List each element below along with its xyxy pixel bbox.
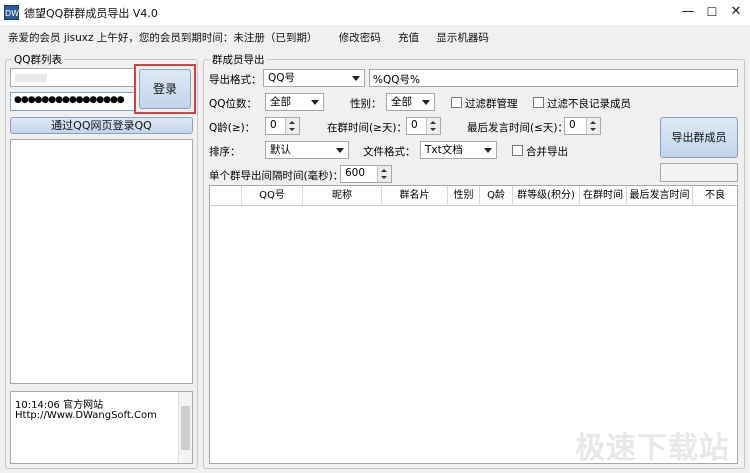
export-members-button[interactable]: 导出群成员 [660, 117, 738, 158]
qq-digits-value: 全部 [270, 96, 291, 108]
spin-up-icon[interactable] [289, 121, 295, 124]
sort-select[interactable]: 默认 [265, 141, 349, 159]
login-button[interactable]: 登录 [139, 69, 191, 109]
export-format-label: 导出格式： [209, 74, 262, 86]
member-greeting: 亲爱的会员 jisuxz 上午好，您的会员到期时间：未注册（已到期） [8, 32, 318, 44]
last-speak-days-value: 0 [569, 119, 576, 131]
column-header-qq-age[interactable]: Q龄 [480, 186, 513, 205]
in-group-days-spinner[interactable]: 0 [406, 117, 441, 135]
site-watermark: 极速下载站 [575, 431, 730, 466]
qq-age-spinner[interactable]: 0 [265, 117, 300, 135]
filter-bad-record-label: 过滤不良记录成员 [547, 98, 631, 110]
spinner-buttons[interactable] [586, 118, 600, 134]
member-export-title: 群成员导出 [210, 52, 267, 67]
qq-account-input[interactable] [10, 68, 135, 87]
column-header-nickname[interactable]: 昵称 [303, 186, 382, 205]
title-bar: DW 德望QQ群群成员导出 V4.0 — ☐ ✕ [0, 0, 750, 27]
chevron-down-icon [352, 76, 360, 81]
column-header-index[interactable] [210, 186, 242, 205]
export-interval-label: 单个群导出间隔时间(毫秒)： [209, 170, 344, 182]
export-format-value: QQ号 [268, 72, 296, 84]
sort-value: 默认 [270, 144, 291, 156]
file-format-value: Txt文档 [425, 144, 463, 156]
column-header-last-speak[interactable]: 最后发言时间 [627, 186, 693, 205]
last-speak-days-label: 最后发言时间(≤天)： [467, 122, 568, 134]
filter-bad-record-checkbox[interactable] [533, 97, 544, 108]
password-mask: ●●●●●●●●●●●●●●●● [14, 95, 125, 105]
show-machine-code-link[interactable]: 显示机器码 [436, 32, 489, 44]
spin-down-icon[interactable] [590, 128, 596, 131]
spin-up-icon[interactable] [430, 121, 436, 124]
progress-display-box [660, 163, 738, 182]
sort-label: 排序： [209, 146, 241, 158]
web-qq-login-button[interactable]: 通过QQ网页登录QQ [10, 117, 193, 134]
qq-age-value: 0 [270, 119, 277, 131]
qq-digits-label: QQ位数： [209, 98, 258, 110]
chevron-down-icon [311, 100, 319, 105]
change-password-link[interactable]: 修改密码 [339, 32, 381, 44]
in-group-days-label: 在群时间(≥天)： [327, 122, 407, 134]
filter-admin-label: 过滤群管理 [465, 98, 518, 110]
spin-down-icon[interactable] [381, 176, 387, 179]
password-input[interactable]: ●●●●●●●●●●●●●●●● [10, 92, 135, 111]
column-header-bad-record[interactable]: 不良 [693, 186, 737, 205]
export-format-select[interactable]: QQ号 [263, 69, 365, 87]
account-status-bar: 亲爱的会员 jisuxz 上午好，您的会员到期时间：未注册（已到期） 修改密码 … [8, 30, 489, 45]
gender-select[interactable]: 全部 [386, 93, 435, 111]
spinner-buttons[interactable] [285, 118, 299, 134]
last-speak-days-spinner[interactable]: 0 [564, 117, 601, 135]
column-header-qq[interactable]: QQ号 [242, 186, 303, 205]
recharge-link[interactable]: 充值 [398, 32, 419, 44]
log-scrollbar-thumb[interactable] [181, 406, 190, 450]
log-box[interactable]: 10:14:06 官方网站 Http://Www.DWangSoft.Com [10, 391, 193, 464]
column-header-group-card[interactable]: 群名片 [382, 186, 448, 205]
filter-admin-checkbox[interactable] [451, 97, 462, 108]
spinner-buttons[interactable] [426, 118, 440, 134]
gender-value: 全部 [391, 96, 412, 108]
spin-down-icon[interactable] [289, 128, 295, 131]
chevron-down-icon [422, 100, 430, 105]
export-interval-spinner[interactable]: 600 [340, 165, 392, 183]
chevron-down-icon [336, 148, 344, 153]
window-title: 德望QQ群群成员导出 V4.0 [24, 7, 158, 20]
in-group-days-value: 0 [411, 119, 418, 131]
qq-group-list-title: QQ群列表 [12, 52, 65, 67]
member-table-header: QQ号 昵称 群名片 性别 Q龄 群等级(积分) 在群时间 最后发言时间 不良 [210, 186, 737, 206]
blurred-account-text [15, 74, 47, 82]
column-header-in-group-time[interactable]: 在群时间 [580, 186, 627, 205]
close-button[interactable]: ✕ [725, 2, 747, 22]
spin-down-icon[interactable] [430, 128, 436, 131]
file-format-select[interactable]: Txt文档 [420, 141, 497, 159]
merge-export-label: 合并导出 [526, 146, 568, 158]
spinner-buttons[interactable] [377, 166, 391, 182]
chevron-down-icon [484, 148, 492, 153]
minimize-button[interactable]: — [677, 2, 699, 22]
column-header-group-level[interactable]: 群等级(积分) [513, 186, 580, 205]
gender-label: 性别： [350, 98, 382, 110]
spin-up-icon[interactable] [381, 169, 387, 172]
export-interval-value: 600 [345, 167, 366, 179]
qq-age-label: Q龄(≥)： [209, 122, 256, 134]
qq-digits-select[interactable]: 全部 [265, 93, 324, 111]
log-line: Http://Www.DWangSoft.Com [15, 410, 157, 421]
app-icon: DW [4, 5, 19, 20]
column-header-gender[interactable]: 性别 [448, 186, 480, 205]
file-format-label: 文件格式： [363, 146, 416, 158]
export-template-input[interactable]: %QQ号% [369, 69, 738, 87]
spin-up-icon[interactable] [590, 121, 596, 124]
log-scrollbar[interactable] [178, 392, 192, 463]
qq-group-listbox[interactable] [10, 139, 193, 384]
log-line: 10:14:06 官方网站 [15, 400, 104, 411]
merge-export-checkbox[interactable] [512, 145, 523, 156]
export-template-value: %QQ号% [373, 74, 420, 86]
maximize-button[interactable]: ☐ [701, 2, 723, 22]
